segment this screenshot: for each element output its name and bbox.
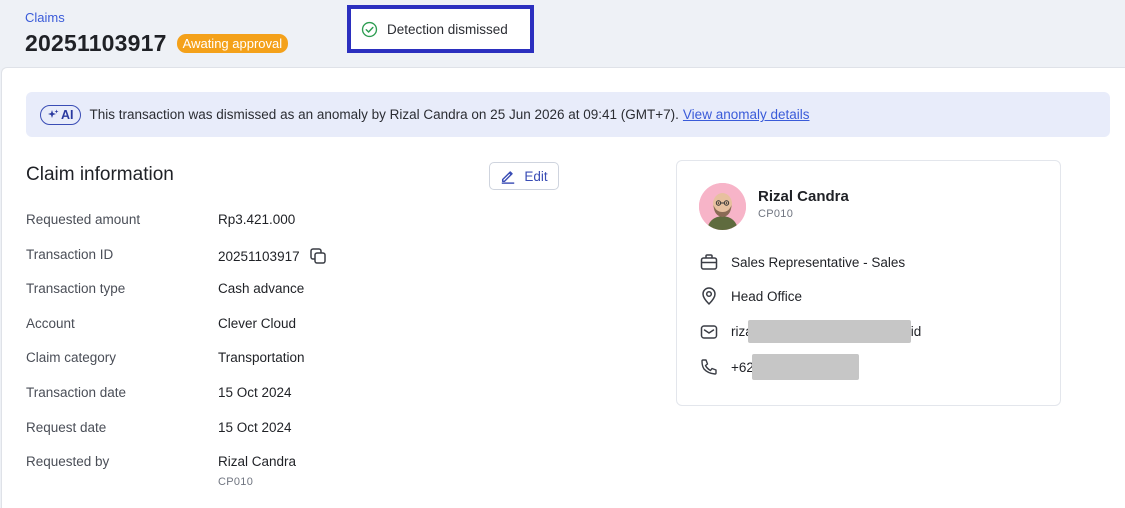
avatar — [699, 183, 746, 230]
info-label: Account — [26, 316, 75, 331]
info-row-requested-amount: Requested amount Rp3.421.000 — [26, 212, 295, 227]
info-value: 15 Oct 2024 — [218, 385, 292, 400]
info-row-transaction-date: Transaction date 15 Oct 2024 — [26, 385, 292, 400]
ai-label: AI — [61, 107, 74, 122]
profile-name: Rizal Candra — [758, 188, 849, 205]
claim-panel: AI This transaction was dismissed as an … — [1, 67, 1125, 508]
view-anomaly-details-link[interactable]: View anomaly details — [683, 107, 810, 122]
profile-card: Rizal Candra CP010 Sales Representative … — [676, 160, 1061, 406]
info-value: Transportation — [218, 350, 305, 365]
info-value: 15 Oct 2024 — [218, 420, 292, 435]
status-badge: Awating approval — [176, 34, 289, 53]
edit-button[interactable]: Edit — [489, 162, 559, 190]
profile-code: CP010 — [758, 208, 794, 220]
mail-icon — [700, 324, 718, 339]
profile-email: riza id — [699, 320, 921, 343]
breadcrumb[interactable]: Claims — [25, 10, 65, 25]
info-label: Transaction type — [26, 281, 126, 296]
info-row-requested-by: Requested by Rizal Candra — [26, 454, 296, 469]
profile-phone: +62 — [699, 354, 859, 380]
copy-icon[interactable] — [309, 247, 327, 265]
sparkle-icon — [48, 109, 59, 118]
toast-message: Detection dismissed — [387, 21, 508, 37]
info-value: Rp3.421.000 — [218, 212, 296, 227]
pencil-icon — [502, 171, 515, 184]
info-row-account: Account Clever Cloud — [26, 316, 296, 331]
info-label: Requested by — [26, 454, 110, 469]
location-text: Head Office — [731, 288, 803, 304]
info-value: 20251103917 — [218, 248, 300, 264]
banner-message: This transaction was dismissed as an ano… — [89, 107, 679, 122]
info-value-wrap: 20251103917 — [218, 247, 327, 265]
requester-code: CP010 — [218, 476, 254, 488]
location-pin-icon — [702, 287, 716, 305]
anomaly-banner: AI This transaction was dismissed as an … — [26, 92, 1110, 137]
section-title: Claim information — [26, 164, 174, 185]
edit-label: Edit — [524, 168, 548, 184]
check-circle-icon — [361, 21, 378, 37]
toast-notification: Detection dismissed — [347, 5, 534, 53]
phone-icon — [701, 359, 717, 375]
page-title: 20251103917 — [25, 30, 167, 56]
info-row-transaction-id: Transaction ID 20251103917 — [26, 247, 327, 265]
info-label: Claim category — [26, 350, 117, 365]
position-text: Sales Representative - Sales — [731, 254, 906, 270]
avatar-image — [699, 183, 746, 230]
briefcase-icon — [700, 254, 718, 270]
info-label: Request date — [26, 420, 107, 435]
info-row-claim-category: Claim category Transportation — [26, 350, 305, 365]
info-row-transaction-type: Transaction type Cash advance — [26, 281, 304, 296]
title-row: 20251103917 Awating approval — [25, 30, 289, 57]
profile-position: Sales Representative - Sales — [699, 252, 905, 272]
info-value: Cash advance — [218, 281, 305, 296]
email-suffix: id — [910, 324, 922, 339]
ai-chip: AI — [40, 104, 81, 125]
info-label: Requested amount — [26, 212, 141, 227]
profile-location: Head Office — [699, 286, 802, 306]
info-label: Transaction ID — [26, 247, 114, 262]
info-row-request-date: Request date 15 Oct 2024 — [26, 420, 292, 435]
redacted-email — [747, 320, 911, 343]
info-value: Rizal Candra — [218, 454, 297, 469]
phone-prefix: +62 — [731, 359, 754, 375]
redacted-phone — [751, 354, 859, 380]
info-label: Transaction date — [26, 385, 127, 400]
info-value: Clever Cloud — [218, 316, 297, 331]
